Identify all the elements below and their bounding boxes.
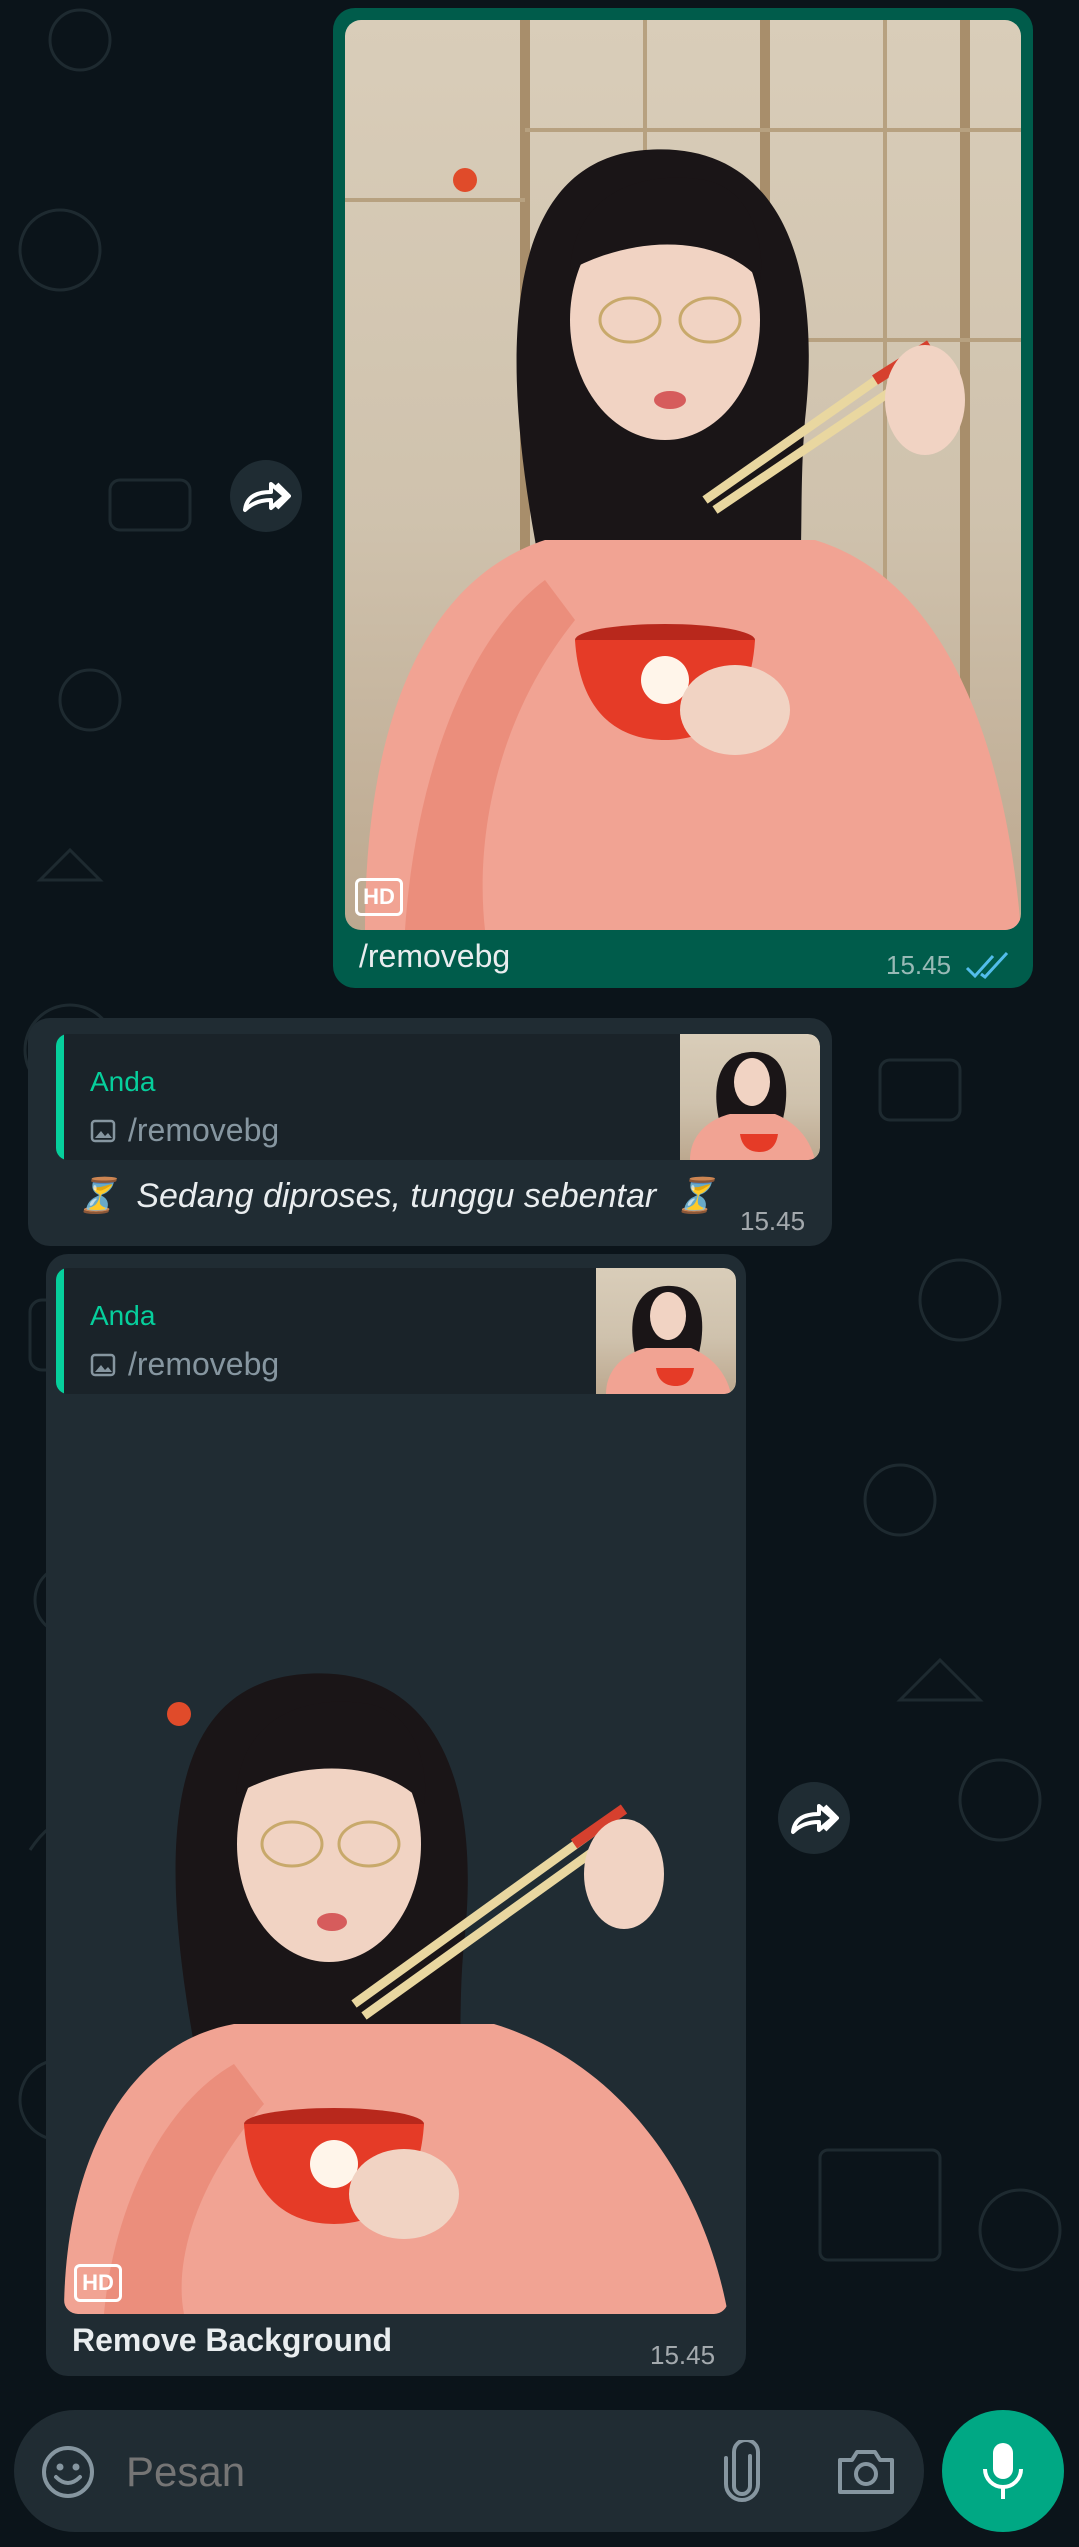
message-caption: /removebg — [359, 938, 511, 974]
incoming-message-bubble[interactable]: Anda /removebg HD Remove Background 15.4… — [46, 1254, 746, 2376]
hourglass-icon: ⏳ — [76, 1177, 119, 1215]
quoted-preview: /removebg — [90, 1112, 279, 1149]
emoji-icon[interactable] — [40, 2444, 96, 2500]
paperclip-icon[interactable] — [720, 2440, 764, 2502]
quoted-thumbnail — [680, 1034, 820, 1160]
quoted-author: Anda — [90, 1300, 156, 1331]
voice-message-button[interactable] — [942, 2410, 1064, 2532]
message-text-body: Sedang diproses, tunggu sebentar — [136, 1176, 657, 1215]
quoted-preview-text: /removebg — [128, 1346, 280, 1382]
quoted-preview-text: /removebg — [128, 1112, 280, 1148]
image-icon — [90, 1119, 116, 1142]
quoted-message[interactable]: Anda /removebg — [56, 1268, 736, 1394]
hd-badge: HD — [74, 2264, 122, 2302]
message-composer — [14, 2410, 924, 2532]
message-caption: Remove Background — [72, 2322, 393, 2358]
message-photo[interactable]: HD — [345, 20, 1021, 930]
quote-accent-bar — [56, 1034, 64, 1160]
quoted-author: Anda — [90, 1066, 156, 1097]
forward-icon — [243, 482, 291, 512]
message-time: 15.45 — [886, 950, 952, 980]
forward-icon — [791, 1804, 839, 1834]
quoted-preview: /removebg — [90, 1346, 279, 1383]
hourglass-icon: ⏳ — [674, 1177, 717, 1215]
message-time: 15.45 — [740, 1206, 806, 1236]
message-time: 15.45 — [650, 2340, 716, 2370]
hd-badge: HD — [355, 878, 403, 916]
message-input[interactable] — [124, 2438, 708, 2506]
outgoing-message-bubble[interactable]: HD /removebg 15.45 — [333, 8, 1033, 988]
message-photo[interactable]: HD — [64, 1404, 728, 2314]
image-icon — [90, 1353, 116, 1376]
forward-button[interactable] — [230, 460, 302, 532]
double-check-read-icon — [965, 952, 1009, 980]
message-text: ⏳ Sedang diproses, tunggu sebentar ⏳ — [76, 1176, 717, 1216]
incoming-message-bubble[interactable]: Anda /removebg ⏳ Sedang diproses, tunggu… — [28, 1018, 832, 1246]
camera-icon[interactable] — [836, 2446, 896, 2496]
microphone-icon — [983, 2443, 1023, 2499]
quoted-thumbnail — [596, 1268, 736, 1394]
quoted-message[interactable]: Anda /removebg — [56, 1034, 820, 1160]
forward-button[interactable] — [778, 1782, 850, 1854]
quote-accent-bar — [56, 1268, 64, 1394]
